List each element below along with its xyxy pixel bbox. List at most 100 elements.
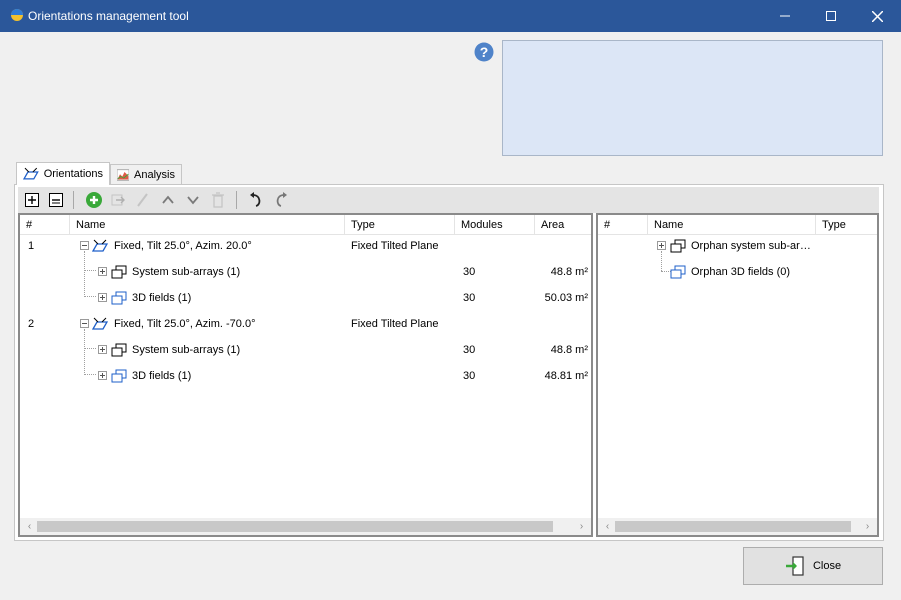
3d-field-icon [111,291,127,305]
minimize-button[interactable] [762,0,808,32]
tab-orientations[interactable]: Orientations [16,162,110,185]
add-button[interactable] [84,190,104,210]
move-down-button[interactable] [183,190,203,210]
redo-button[interactable] [271,190,291,210]
maximize-icon [826,11,836,21]
edit-button[interactable] [133,190,153,210]
column-header-area[interactable]: Area [535,215,591,235]
collapse-all-button[interactable] [46,190,66,210]
orientation-icon [23,167,39,180]
close-window-button[interactable] [854,0,900,32]
row-name: Orphan system sub-ar… [691,240,811,252]
orphans-tree-grid[interactable]: # Name Type Orphan system sub-ar… Orphan… [596,213,879,537]
chevron-up-icon [162,195,174,204]
chart-icon [117,168,130,181]
column-header-type[interactable]: Type [816,215,877,235]
collapse-all-icon [49,193,63,207]
table-row[interactable]: 2 Fixed, Tilt 25.0°, Azim. -70.0° Fixed … [20,311,591,337]
expand-toggle[interactable] [657,241,666,250]
column-header-name[interactable]: Name [70,215,345,235]
toolbar-separator [236,191,237,209]
column-header-modules[interactable]: Modules [455,215,535,235]
row-area: 48.81 m² [544,370,588,382]
grid-header: # Name Type Modules Area [20,215,591,235]
row-name: 3D fields (1) [132,292,192,304]
table-row[interactable]: 3D fields (1) 30 48.81 m² [20,363,591,389]
delete-button[interactable] [208,190,228,210]
3d-field-icon [670,265,686,279]
title-bar: Orientations management tool [0,0,901,32]
orientation-icon [92,317,108,330]
expand-all-button[interactable] [22,190,42,210]
edit-icon [137,193,148,207]
table-row[interactable]: 1 Fixed, Tilt 25.0°, Azim. 20.0° Fixed T… [20,233,591,259]
row-area: 50.03 m² [544,292,588,304]
row-area: 48.8 m² [550,344,588,356]
exit-door-icon [785,556,804,576]
close-icon [871,10,883,22]
app-logo-icon [11,9,23,21]
table-row[interactable]: System sub-arrays (1) 30 48.8 m² [20,259,591,285]
column-header-type[interactable]: Type [345,215,455,235]
row-name: System sub-arrays (1) [132,344,241,356]
scroll-left-icon[interactable]: ‹ [23,520,36,533]
close-button-label: Close [812,560,842,572]
chevron-down-icon [187,196,199,205]
move-icon [111,194,125,206]
row-area: 48.8 m² [550,266,588,278]
expand-all-icon [25,193,39,207]
toolbar-separator [73,191,74,209]
table-row[interactable]: 3D fields (1) 30 50.03 m² [20,285,591,311]
row-type: Fixed Tilted Plane [351,318,439,330]
scrollbar-thumb[interactable] [37,521,553,532]
column-header-number[interactable]: # [598,215,648,235]
row-modules: 30 [463,266,476,278]
maximize-button[interactable] [808,0,854,32]
expand-toggle[interactable] [98,345,107,354]
move-button[interactable] [108,190,128,210]
info-panel [502,40,883,156]
scrollbar-thumb[interactable] [615,521,851,532]
table-row[interactable]: Orphan system sub-ar… [598,233,877,259]
expand-toggle[interactable] [98,293,107,302]
expand-toggle[interactable] [98,371,107,380]
row-name: System sub-arrays (1) [132,266,241,278]
column-header-number[interactable]: # [20,215,70,235]
tab-label: Orientations [43,168,103,180]
row-name: Orphan 3D fields (0) [691,266,791,278]
undo-button[interactable] [246,190,266,210]
row-type: Fixed Tilted Plane [351,240,439,252]
toolbar [18,187,879,213]
row-name: Fixed, Tilt 25.0°, Azim. 20.0° [114,240,252,252]
minimize-icon [780,15,790,17]
add-icon [86,192,102,208]
expand-toggle[interactable] [98,267,107,276]
scroll-right-icon[interactable]: › [861,520,874,533]
row-modules: 30 [463,370,476,382]
row-number: 1 [28,240,35,252]
3d-field-icon [111,369,127,383]
collapse-toggle[interactable] [80,241,89,250]
help-icon[interactable]: ? [474,42,494,62]
grid-header: # Name Type [598,215,877,235]
horizontal-scrollbar[interactable]: ‹ › [598,518,877,535]
scroll-right-icon[interactable]: › [575,520,588,533]
undo-icon [250,192,261,207]
tab-analysis[interactable]: Analysis [110,164,182,184]
sub-array-icon [111,265,127,279]
table-row[interactable]: System sub-arrays (1) 30 48.8 m² [20,337,591,363]
table-row[interactable]: Orphan 3D fields (0) [598,259,877,285]
scroll-left-icon[interactable]: ‹ [601,520,614,533]
move-up-button[interactable] [158,190,178,210]
redo-icon [276,192,287,207]
tab-label: Analysis [134,168,175,181]
orientations-tree-grid[interactable]: # Name Type Modules Area 1 Fixed, Tilt 2… [18,213,593,537]
row-modules: 30 [463,292,476,304]
sub-array-icon [111,343,127,357]
close-button[interactable]: Close [743,547,883,585]
orientation-icon [92,239,108,252]
horizontal-scrollbar[interactable]: ‹ › [20,518,591,535]
row-name: Fixed, Tilt 25.0°, Azim. -70.0° [114,318,256,330]
column-header-name[interactable]: Name [648,215,816,235]
collapse-toggle[interactable] [80,319,89,328]
